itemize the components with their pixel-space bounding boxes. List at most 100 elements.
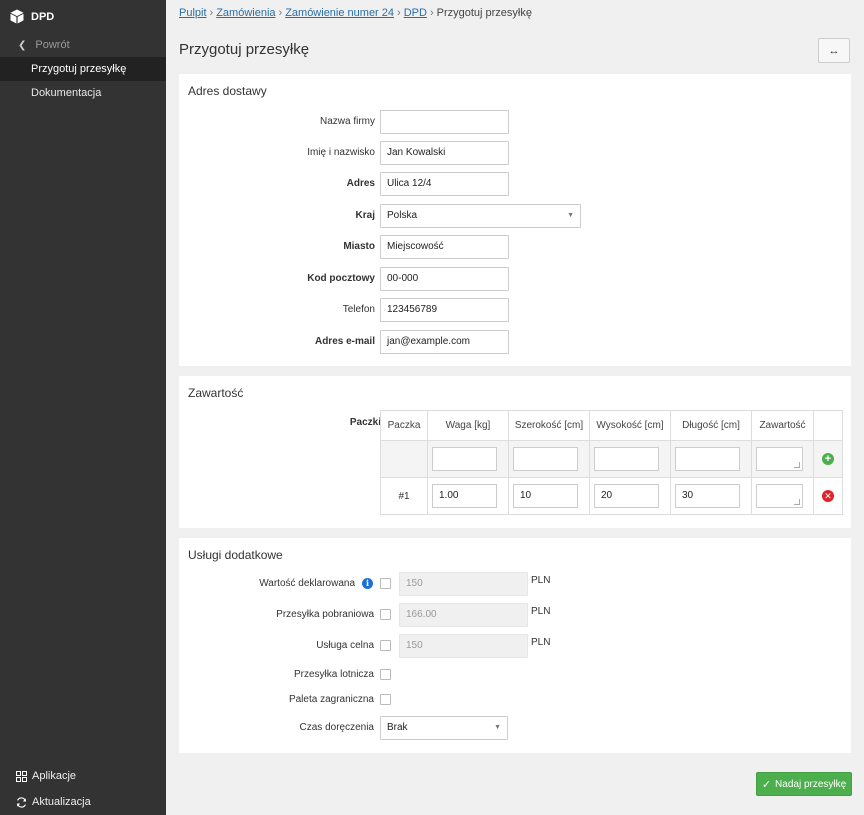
breadcrumb: Pulpit › Zamówienia › Zamówienie numer 24 › DP… [179, 7, 532, 19]
declared-value-input[interactable]: 150 [399, 572, 528, 596]
email-label: Adres e-mail [314, 336, 375, 347]
add-package-button[interactable]: + [822, 453, 834, 465]
sidebar-item-apps[interactable]: Aplikacje [0, 763, 166, 789]
new-length-input[interactable] [675, 447, 740, 471]
air-checkbox[interactable] [380, 669, 391, 680]
height-input[interactable]: 20 [594, 484, 659, 508]
country-row: Kraj Polska ▼ [179, 204, 851, 228]
new-weight-input[interactable] [432, 447, 497, 471]
weight-cell: 1.00 [427, 477, 509, 515]
customs-label: Usługa celna [316, 640, 374, 651]
checkmark-icon: ✓ [761, 778, 772, 791]
new-weight-cell [427, 440, 509, 478]
breadcrumb-separator: › [429, 7, 434, 19]
weight-input[interactable]: 1.00 [432, 484, 497, 508]
company-input[interactable] [380, 110, 509, 134]
grid-icon [16, 770, 27, 782]
customs-row: Usługa celna 150 PLN [179, 634, 851, 658]
declared-value-checkbox[interactable] [380, 578, 391, 589]
sidebar-item-label: Dokumentacja [31, 87, 102, 99]
sidebar-brand[interactable]: DPD [0, 0, 166, 33]
add-cell: + [813, 440, 843, 478]
submit-shipment-label: Nadaj przesyłkę [775, 778, 847, 790]
col-header-length: Długość [cm] [670, 410, 752, 441]
customs-input[interactable]: 150 [399, 634, 528, 658]
back-link[interactable]: ❮ Powrót [0, 33, 166, 57]
width-input[interactable]: 10 [513, 484, 578, 508]
phone-input[interactable]: 123456789 [380, 298, 509, 322]
street-input[interactable]: Ulica 12/4 [380, 172, 509, 196]
table-header-row: Paczka Waga [kg] Szerokość [cm] Wysokość… [380, 410, 843, 441]
new-length-cell [670, 440, 752, 478]
breadcrumb-current: Przygotuj przesyłkę [436, 7, 532, 19]
width-cell: 10 [508, 477, 590, 515]
col-header-weight: Waga [kg] [427, 410, 509, 441]
phone-label: Telefon [342, 304, 375, 315]
zip-input[interactable]: 00-000 [380, 267, 509, 291]
expand-width-button[interactable]: ↔ [818, 38, 850, 63]
delivery-time-select[interactable]: Brak ▼ [380, 716, 508, 740]
submit-shipment-button[interactable]: ✓ Nadaj przesyłkę [756, 772, 852, 796]
remove-cell: ✕ [813, 477, 843, 515]
cod-currency: PLN [531, 606, 551, 617]
info-icon[interactable]: i [362, 578, 373, 589]
name-input[interactable]: Jan Kowalski [380, 141, 509, 165]
package-num: #1 [380, 477, 428, 515]
city-label: Miasto [343, 241, 375, 252]
zip-row: Kod pocztowy 00-000 [179, 267, 851, 291]
sidebar-item-label: Przygotuj przesyłkę [31, 63, 127, 75]
content-textarea[interactable] [756, 484, 803, 508]
pallet-checkbox[interactable] [380, 694, 391, 705]
sidebar: DPD ❮ Powrót Przygotuj przesyłkę Dokumen… [0, 0, 166, 815]
height-cell: 20 [589, 477, 671, 515]
new-content-cell [751, 440, 814, 478]
email-row: Adres e-mail jan@example.com [179, 330, 851, 354]
street-label: Adres [346, 178, 375, 189]
packages-table: Paczka Waga [kg] Szerokość [cm] Wysokość… [380, 410, 843, 515]
email-input[interactable]: jan@example.com [380, 330, 509, 354]
zip-label: Kod pocztowy [307, 273, 375, 284]
country-select[interactable]: Polska ▼ [380, 204, 581, 228]
cod-checkbox[interactable] [380, 609, 391, 620]
page-title: Przygotuj przesyłkę [179, 41, 310, 58]
content-cell [751, 477, 814, 515]
pallet-row: Paleta zagraniczna [179, 688, 851, 712]
breadcrumb-link-order[interactable]: Zamówienie numer 24 [285, 7, 394, 19]
contents-panel: Zawartość Paczki Paczka Waga [kg] Szerok… [179, 376, 851, 528]
address-panel-title: Adres dostawy [188, 84, 267, 98]
breadcrumb-link-dpd[interactable]: DPD [404, 7, 427, 19]
plus-icon: + [824, 453, 832, 465]
sidebar-item-prepare-shipment[interactable]: Przygotuj przesyłkę [0, 57, 166, 81]
caret-down-icon: ▼ [494, 724, 501, 731]
table-row: #1 1.00 10 20 30 ✕ [380, 477, 843, 515]
breadcrumb-link-orders[interactable]: Zamówienia [216, 7, 275, 19]
new-width-input[interactable] [513, 447, 578, 471]
cod-input[interactable]: 166.00 [399, 603, 528, 627]
new-package-row: + [380, 440, 843, 478]
services-panel: Usługi dodatkowe Wartość deklarowana i 1… [179, 538, 851, 753]
breadcrumb-link-dashboard[interactable]: Pulpit [179, 7, 207, 19]
sidebar-item-update[interactable]: Aktualizacja [0, 789, 166, 815]
breadcrumb-separator: › [397, 7, 401, 19]
delivery-time-value: Brak [387, 722, 408, 733]
sidebar-item-documentation[interactable]: Dokumentacja [0, 81, 166, 105]
package-icon [10, 9, 24, 24]
new-content-textarea[interactable] [756, 447, 803, 471]
chevron-left-icon: ❮ [18, 39, 27, 51]
city-input[interactable]: Miejscowość [380, 235, 509, 259]
services-panel-title: Usługi dodatkowe [188, 548, 283, 562]
delivery-time-row: Czas doręczenia Brak ▼ [179, 716, 851, 740]
brand-label: DPD [31, 10, 55, 23]
col-header-width: Szerokość [cm] [508, 410, 590, 441]
length-input[interactable]: 30 [675, 484, 740, 508]
new-height-cell [589, 440, 671, 478]
customs-currency: PLN [531, 637, 551, 648]
customs-checkbox[interactable] [380, 640, 391, 651]
declared-value-row: Wartość deklarowana i 150 PLN [179, 572, 851, 596]
sidebar-item-label: Aktualizacja [32, 796, 91, 808]
country-label: Kraj [355, 210, 375, 221]
name-row: Imię i nazwisko Jan Kowalski [179, 141, 851, 165]
new-height-input[interactable] [594, 447, 659, 471]
refresh-icon [16, 796, 27, 808]
remove-package-button[interactable]: ✕ [822, 490, 834, 502]
